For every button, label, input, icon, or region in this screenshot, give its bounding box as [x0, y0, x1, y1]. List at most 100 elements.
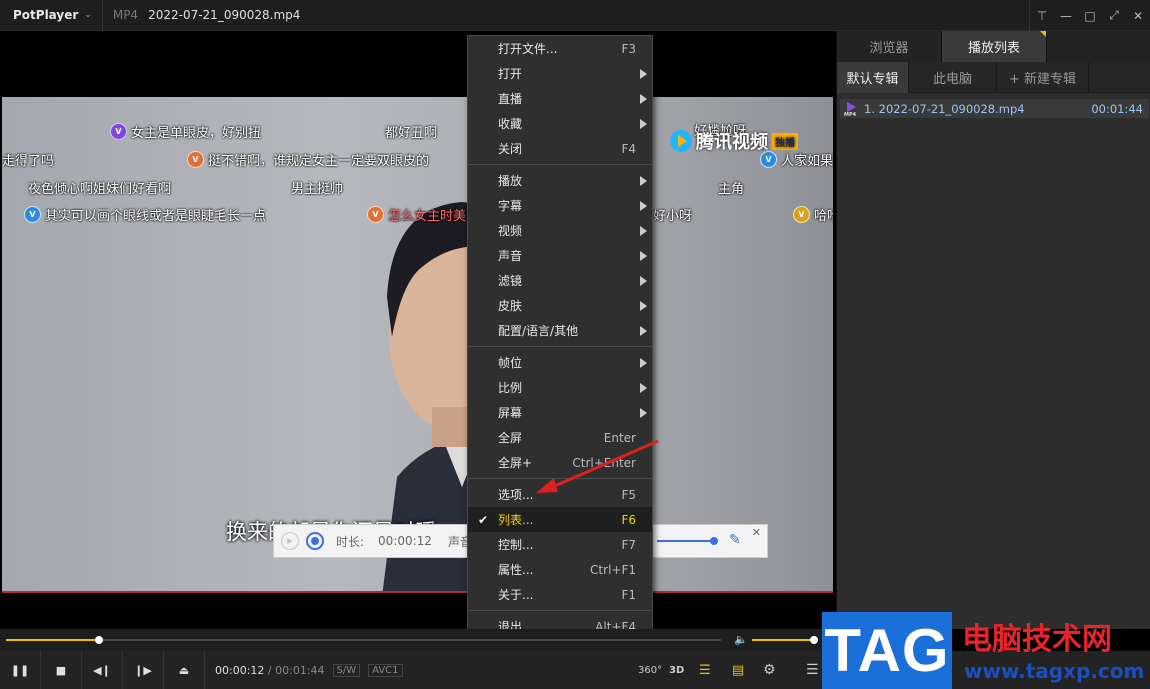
menu-item-list[interactable]: ✔ 列表... F6 [468, 507, 652, 532]
playlist-search-icon[interactable]: ☰ [699, 651, 711, 689]
submenu-arrow-icon [640, 119, 647, 129]
watermark-url: www.tagxp.com [964, 659, 1145, 683]
checkmark-icon: ✔ [478, 512, 489, 527]
pin-icon[interactable]: ⊤ [1030, 0, 1054, 31]
menu-item-about[interactable]: 关于... F1 [468, 582, 652, 607]
playlist-item-title: 1. 2022-07-21_090028.mp4 [864, 101, 1025, 116]
pause-button[interactable]: ❚❚ [0, 651, 41, 689]
duration-value: 00:00:12 [378, 534, 432, 548]
menu-item-video[interactable]: 视频 [468, 218, 652, 243]
danmaku-item: 男主挺帅 [291, 182, 344, 197]
submenu-arrow-icon [640, 276, 647, 286]
danmaku-item: 走得了吗 [2, 154, 55, 169]
danmaku-item: V哈哈 [793, 205, 833, 224]
menu-item-config[interactable]: 配置/语言/其他 [468, 318, 652, 343]
fullscreen-icon[interactable]: ⤢ [1102, 0, 1126, 31]
window-controls: ⊤ — □ ⤢ ✕ [1029, 0, 1150, 31]
playlist-item-duration: 00:01:44 [1091, 101, 1143, 116]
menu-separator [468, 610, 652, 611]
pen-icon[interactable]: ✎ [729, 532, 741, 548]
user-level-icon: V [793, 206, 810, 223]
menu-item-filter[interactable]: 滤镜 [468, 268, 652, 293]
minimize-icon[interactable]: — [1054, 0, 1078, 31]
menu-item-live[interactable]: 直播 [468, 86, 652, 111]
gear-icon[interactable]: ⚙ [763, 651, 776, 689]
playlist-item[interactable]: MP4 1. 2022-07-21_090028.mp4 00:01:44 [840, 99, 1149, 118]
current-time: 00:00:12 [215, 663, 265, 677]
tab-browser[interactable]: 浏览器 [837, 31, 942, 62]
danmaku-item: V 女主是单眼皮，好别扭 [110, 122, 261, 141]
submenu-arrow-icon [640, 383, 647, 393]
total-time: 00:01:44 [275, 663, 325, 677]
chapter-icon[interactable]: ▤ [732, 651, 744, 689]
mp4-file-icon: MP4 [844, 101, 860, 118]
volume-slider[interactable] [752, 636, 818, 644]
submenu-arrow-icon [640, 69, 647, 79]
previous-button[interactable]: ◀❙ [82, 651, 123, 689]
watermark-title: 电脑技术网 [962, 622, 1112, 657]
close-icon[interactable]: ✕ [752, 526, 761, 539]
menu-item-play[interactable]: 播放 [468, 168, 652, 193]
3d-button[interactable]: 3D [669, 651, 684, 689]
submenu-arrow-icon [640, 251, 647, 261]
seek-bar-fill [6, 639, 99, 641]
danmaku-item: 夜色倾心啊姐妹们好看啊 [28, 182, 172, 197]
user-level-icon: V [187, 151, 204, 168]
danmaku-item: V 挺不错啊，谁规定女主一定要双眼皮的 [187, 150, 429, 169]
submenu-arrow-icon [640, 326, 647, 336]
danmaku-item: V 其实可以画个眼线或者是眼睫毛长一点 [24, 205, 266, 224]
menu-item-frame[interactable]: 帧位 [468, 350, 652, 375]
chevron-down-icon: ⌄ [84, 10, 92, 20]
menu-item-skin[interactable]: 皮肤 [468, 293, 652, 318]
renderer-tag[interactable]: S/W [332, 663, 361, 677]
submenu-arrow-icon [640, 408, 647, 418]
menu-item-favorites[interactable]: 收藏 [468, 111, 652, 136]
record-icon[interactable] [306, 532, 324, 550]
menu-item-screen[interactable]: 屏幕 [468, 400, 652, 425]
new-album-button[interactable]: + 新建专辑 [997, 62, 1089, 93]
app-name: PotPlayer [13, 8, 79, 22]
menu-separator [468, 346, 652, 347]
tab-playlist[interactable]: 播放列表 [942, 31, 1047, 62]
tab-default-album[interactable]: 默认专辑 [837, 62, 909, 93]
watermark-logo: TAG [822, 612, 952, 689]
seek-bar[interactable] [6, 636, 721, 644]
vr-360-button[interactable]: 360° [638, 651, 662, 689]
user-level-icon: V [24, 206, 41, 223]
context-menu: 打开文件... F3 打开 直播 收藏 关闭 F4 播放 字幕 视频 声音 滤镜 皮… [467, 35, 653, 639]
eject-button[interactable]: ⏏ [164, 651, 205, 689]
site-watermark: TAG 电脑技术网 www.tagxp.com [822, 612, 1146, 689]
maximize-icon[interactable]: □ [1078, 0, 1102, 31]
tab-this-pc[interactable]: 此电脑 [909, 62, 997, 93]
menu-item-control[interactable]: 控制... F7 [468, 532, 652, 557]
menu-item-audio[interactable]: 声音 [468, 243, 652, 268]
volume-icon[interactable]: 🔈 [734, 633, 748, 646]
close-icon[interactable]: ✕ [1126, 0, 1150, 31]
menu-item-properties[interactable]: 属性... Ctrl+F1 [468, 557, 652, 582]
menu-item-ratio[interactable]: 比例 [468, 375, 652, 400]
video-area[interactable]: V 女主是单眼皮，好别扭 都好丑啊 走得了吗 V 挺不错啊，谁规定女主一定要双眼皮的… [0, 31, 836, 629]
title-bar: PotPlayer ⌄ MP4 2022-07-21_090028.mp4 ⊤ … [0, 0, 1150, 31]
stop-button[interactable]: ■ [41, 651, 82, 689]
recorder-volume-slider[interactable] [657, 537, 718, 545]
menu-separator [468, 164, 652, 165]
app-menu-button[interactable]: PotPlayer ⌄ [0, 0, 103, 31]
submenu-arrow-icon [640, 201, 647, 211]
volume-thumb[interactable] [810, 636, 818, 644]
menu-item-close[interactable]: 关闭 F4 [468, 136, 652, 161]
seek-bar-thumb[interactable] [94, 636, 103, 644]
tencent-play-icon [670, 130, 692, 152]
danmaku-item: V 怎么女主时美 [367, 205, 466, 224]
format-label: MP4 [112, 8, 139, 22]
menu-icon[interactable]: ☰ [806, 651, 819, 689]
next-button[interactable]: ❙▶ [123, 651, 164, 689]
codec-tag[interactable]: AVC1 [368, 663, 403, 677]
play-icon[interactable]: ▶ [281, 532, 299, 550]
video-frame[interactable]: V 女主是单眼皮，好别扭 都好丑啊 走得了吗 V 挺不错啊，谁规定女主一定要双眼皮的… [2, 97, 833, 593]
file-name: 2022-07-21_090028.mp4 [148, 8, 301, 22]
menu-item-subtitle[interactable]: 字幕 [468, 193, 652, 218]
menu-item-open-file[interactable]: 打开文件... F3 [468, 36, 652, 61]
seek-bar-area: 🔈 [0, 629, 836, 651]
menu-item-open[interactable]: 打开 [468, 61, 652, 86]
danmaku-item: 好小呀 [653, 209, 693, 224]
